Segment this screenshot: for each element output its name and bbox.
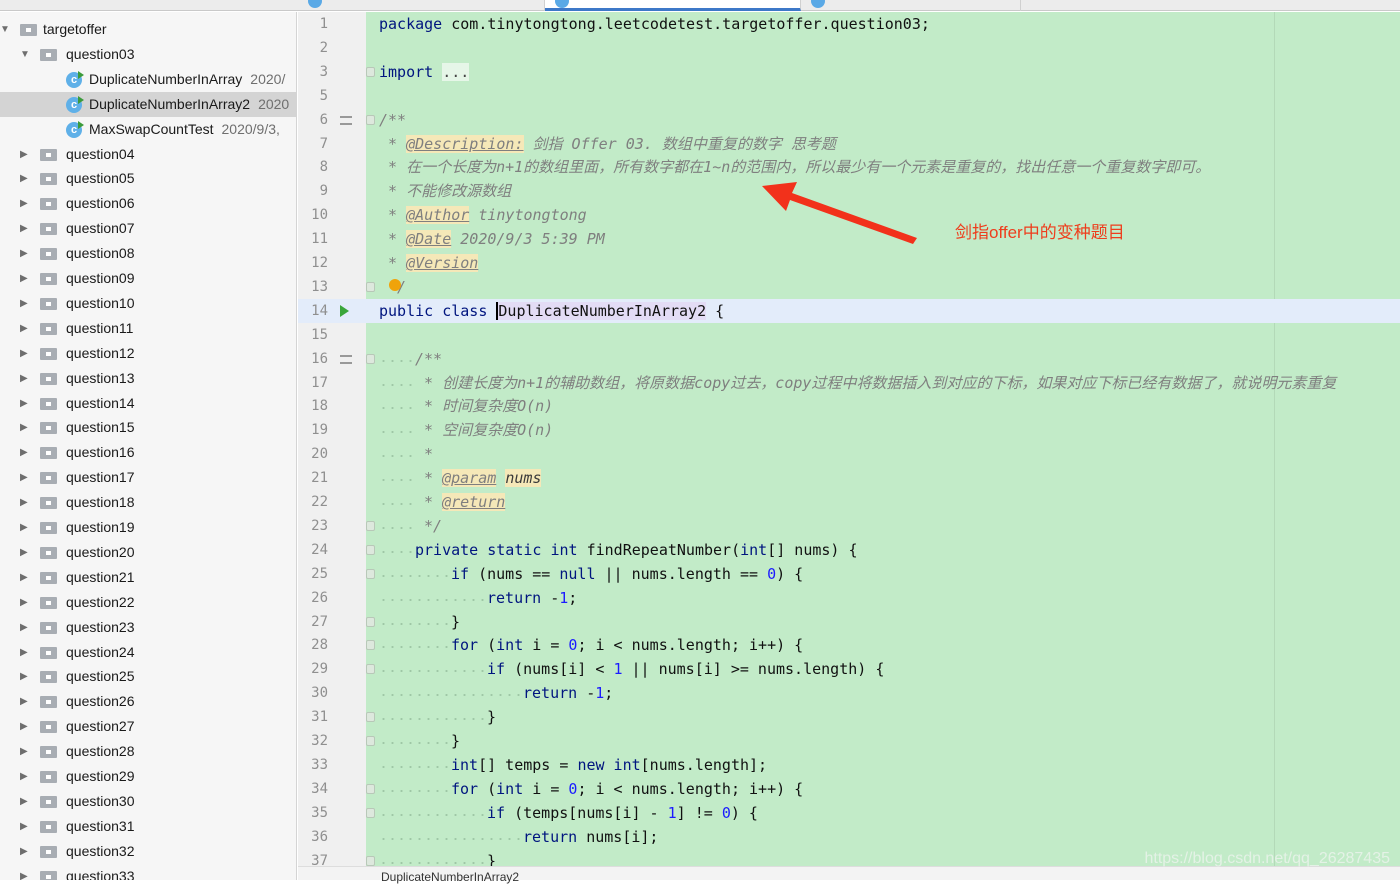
breadcrumb-bar: DuplicateNumberInArray2 (298, 866, 1400, 884)
watermark: https://blog.csdn.net/qq_26287435 (1144, 850, 1390, 867)
annotation-text: 剑指offer中的变种题目 (955, 223, 1125, 242)
annotation-arrow (762, 182, 917, 244)
breadcrumb[interactable]: DuplicateNumberInArray2 (381, 870, 519, 884)
